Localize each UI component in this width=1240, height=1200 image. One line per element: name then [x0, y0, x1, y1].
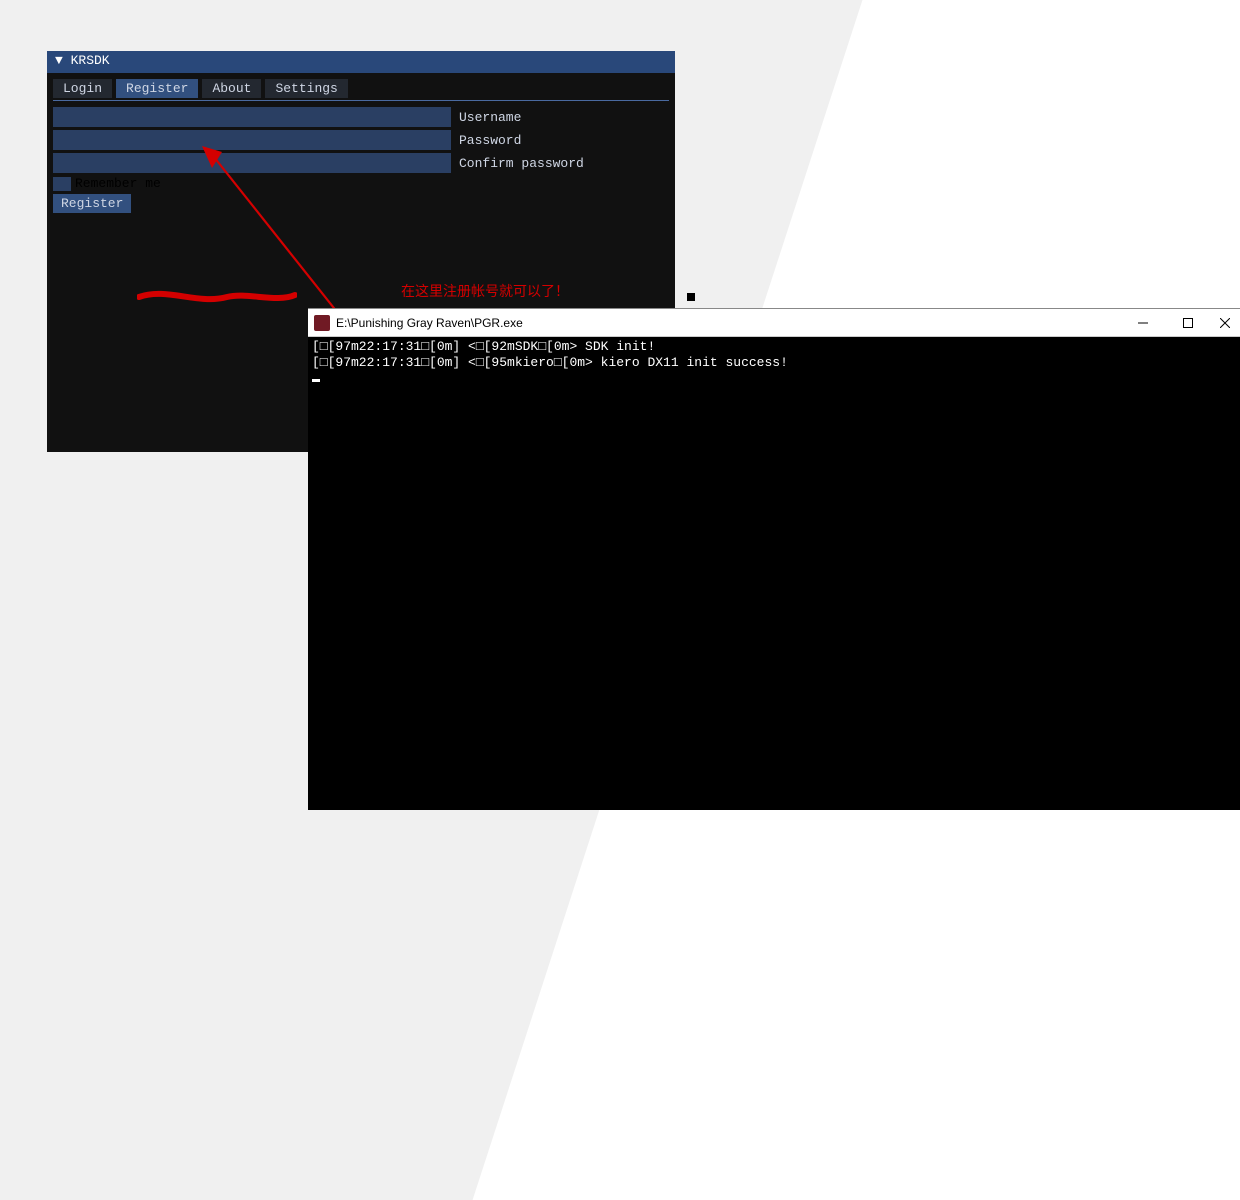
maximize-button[interactable]: [1165, 309, 1210, 336]
close-button[interactable]: [1210, 309, 1240, 336]
confirm-password-input[interactable]: [53, 153, 451, 173]
panel-title[interactable]: ▼ KRSDK: [47, 51, 675, 73]
tab-settings[interactable]: Settings: [265, 79, 347, 98]
tab-bar: Login Register About Settings: [53, 79, 669, 101]
tab-register[interactable]: Register: [116, 79, 198, 98]
console-output[interactable]: [□[97m22:17:31□[0m] <□[92mSDK□[0m> SDK i…: [308, 337, 1240, 389]
password-input[interactable]: [53, 130, 451, 150]
console-cursor-icon: [312, 379, 320, 382]
remember-me-checkbox[interactable]: [53, 177, 71, 191]
small-black-square: [687, 293, 695, 301]
console-title-text: E:\Punishing Gray Raven\PGR.exe: [336, 316, 1120, 330]
tab-login[interactable]: Login: [53, 79, 112, 98]
console-titlebar[interactable]: E:\Punishing Gray Raven\PGR.exe: [308, 309, 1240, 337]
confirm-password-label: Confirm password: [459, 156, 584, 171]
annotation-text: 在这里注册帐号就可以了！: [401, 281, 569, 301]
tab-about[interactable]: About: [202, 79, 261, 98]
console-window: E:\Punishing Gray Raven\PGR.exe [□[97m22…: [308, 308, 1240, 810]
console-app-icon: [314, 315, 330, 331]
scribble-underline-icon: [137, 285, 297, 307]
username-label: Username: [459, 110, 521, 125]
password-label: Password: [459, 133, 521, 148]
console-line: [□[97m22:17:31□[0m] <□[95mkiero□[0m> kie…: [312, 355, 788, 370]
register-button[interactable]: Register: [53, 194, 131, 213]
remember-me-label: Remember me: [75, 176, 161, 191]
minimize-button[interactable]: [1120, 309, 1165, 336]
console-line: [□[97m22:17:31□[0m] <□[92mSDK□[0m> SDK i…: [312, 339, 655, 354]
username-input[interactable]: [53, 107, 451, 127]
